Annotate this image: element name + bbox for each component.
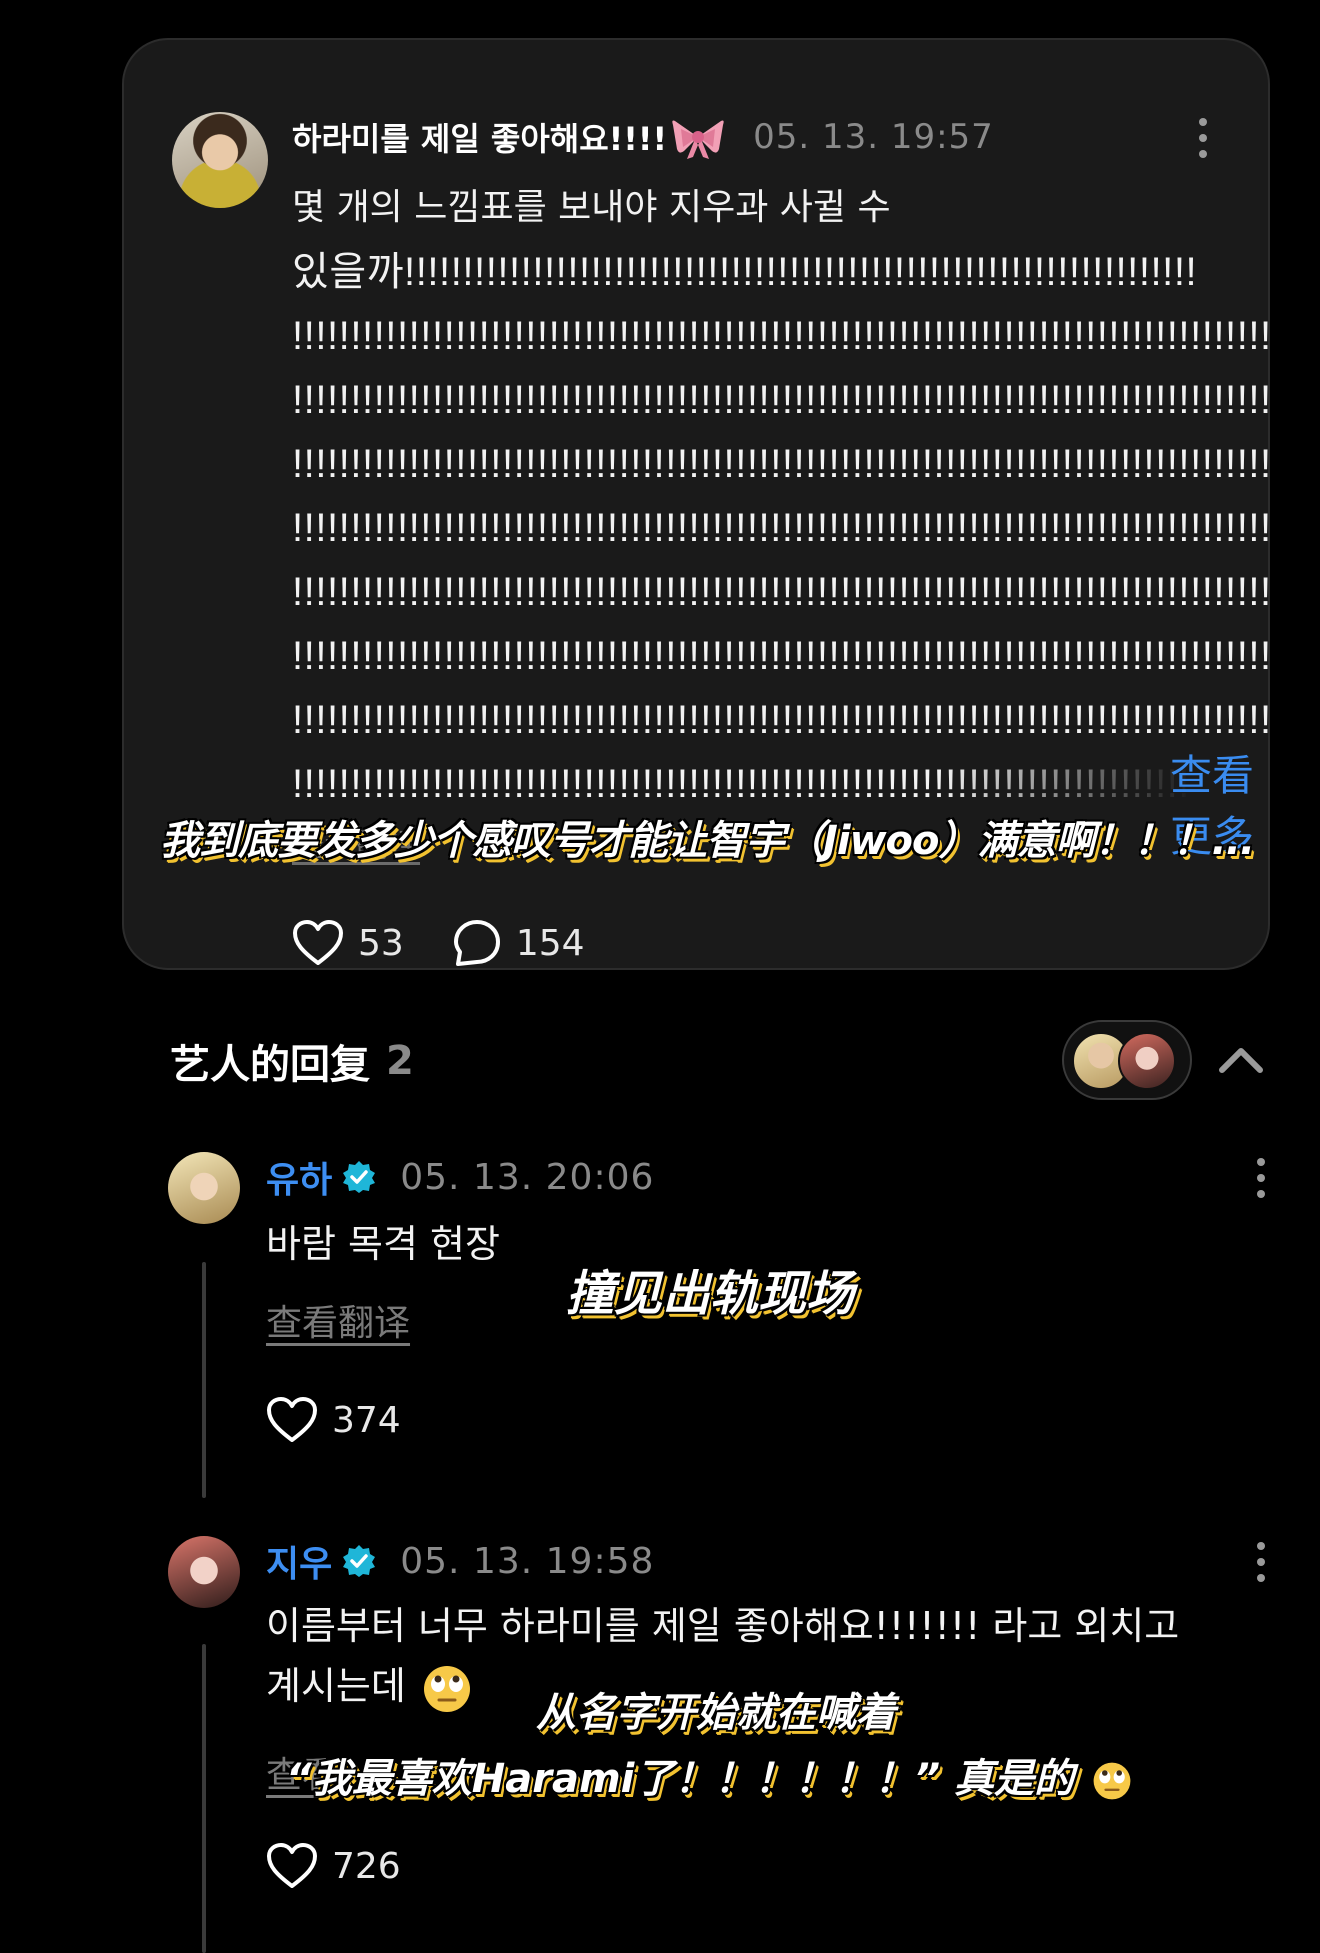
comment-icon	[453, 920, 500, 966]
post-more-icon[interactable]	[1197, 118, 1209, 158]
thread-line	[202, 1644, 206, 1953]
eye-roll-emoji-icon	[423, 1665, 470, 1712]
reply-author-avatar[interactable]	[168, 1536, 240, 1608]
reply-more-icon[interactable]	[1255, 1542, 1267, 1582]
like-count: 726	[332, 1845, 401, 1887]
verified-icon	[343, 1161, 376, 1193]
post-exclaim-line-faded: !!!!!!!!!!!!!!!!!!!!!!!!!!!!!!!!!!!!!!!!…	[292, 762, 1192, 806]
heart-icon	[267, 1843, 317, 1888]
post-exclaim-line: !!!!!!!!!!!!!!!!!!!!!!!!!!!!!!!!!!!!!!!!…	[292, 698, 1268, 742]
reply-text-line: 계시는데	[266, 1664, 406, 1708]
post-exclaim-line: !!!!!!!!!!!!!!!!!!!!!!!!!!!!!!!!!!!!!!!!…	[292, 570, 1268, 614]
post-author-name[interactable]: 하라미를 제일 좋아해요!!!!	[292, 114, 667, 160]
artist-replies-header: 艺人的回复 2	[170, 1032, 414, 1090]
reply-timestamp: 05. 13. 20:06	[400, 1156, 655, 1198]
subtitle-caption: 我到底要发多少个感叹号才能让智宇（Jiwoo）满意啊！！！...	[160, 818, 1255, 864]
like-button[interactable]: 374	[266, 1396, 401, 1444]
subtitle-caption: 撞见出轨现场	[566, 1266, 855, 1322]
reply-header: 유하 05. 13. 20:06	[266, 1152, 654, 1202]
thread-line	[202, 1262, 206, 1498]
post-exclaim-line: !!!!!!!!!!!!!!!!!!!!!!!!!!!!!!!!!!!!!!!!…	[292, 506, 1268, 550]
comment-button[interactable]: 154	[452, 918, 585, 968]
post-exclaim-line: !!!!!!!!!!!!!!!!!!!!!!!!!!!!!!!!!!!!!!!!…	[292, 314, 1268, 358]
heart-icon	[267, 1397, 317, 1442]
eye-roll-emoji-icon	[1093, 1762, 1131, 1800]
artist-avatar-stack[interactable]	[1062, 1020, 1192, 1100]
reply-text-line: 이름부터 너무 하라미를 제일 좋아해요!!!!!!! 라고 외치고	[266, 1604, 1180, 1648]
reply-actions: 726	[266, 1842, 401, 1890]
post-exclaim-line: !!!!!!!!!!!!!!!!!!!!!!!!!!!!!!!!!!!!!!!!…	[292, 634, 1268, 678]
reply-translate-link[interactable]: 查看翻译	[266, 1294, 410, 1346]
reply-author-name[interactable]: 지우	[266, 1535, 332, 1587]
post-text-line: 몇 개의 느낌표를 보내야 지우과 사귈 수	[292, 187, 891, 228]
post-text-line: 있을까!!!!!!!!!!!!!!!!!!!!!!!!!!!!!!!!!!!!!…	[292, 250, 1198, 294]
reply-author-avatar[interactable]	[168, 1152, 240, 1224]
screen: 하라미를 제일 좋아해요!!!! 05. 13. 19:57 몇 개의 느낌표를…	[0, 0, 1320, 1953]
subtitle-caption: “我最喜欢Harami了！！！！！！” 真是的	[286, 1746, 1132, 1804]
post-body: 몇 개의 느낌표를 보내야 지우과 사귈 수 있을까!!!!!!!!!!!!!!…	[292, 176, 1268, 816]
verified-icon	[343, 1545, 376, 1577]
like-count: 374	[332, 1399, 401, 1441]
post-exclaim-line: !!!!!!!!!!!!!!!!!!!!!!!!!!!!!!!!!!!!!!!!…	[292, 442, 1268, 486]
reply-header: 지우 05. 13. 19:58	[266, 1536, 654, 1586]
artist-avatar	[1118, 1032, 1176, 1090]
chevron-up-icon[interactable]	[1216, 1040, 1266, 1080]
like-button[interactable]: 53	[292, 919, 404, 967]
post-timestamp: 05. 13. 19:57	[753, 117, 994, 157]
post-actions: 53 154	[292, 918, 585, 968]
comment-count: 154	[515, 922, 585, 964]
artist-replies-count: 2	[386, 1038, 414, 1084]
reply-timestamp: 05. 13. 19:58	[400, 1540, 655, 1582]
subtitle-caption-text: “我最喜欢Harami了！！！！！！” 真是的	[286, 1756, 1075, 1802]
post-header: 하라미를 제일 좋아해요!!!! 05. 13. 19:57	[292, 112, 994, 162]
bow-emoji-icon	[672, 120, 724, 159]
heart-icon	[293, 920, 343, 965]
reply-author-name[interactable]: 유하	[266, 1151, 332, 1203]
like-count: 53	[358, 922, 404, 964]
subtitle-caption: 从名字开始就在喊着	[536, 1690, 896, 1736]
like-button[interactable]: 726	[266, 1842, 401, 1890]
post-exclaim-line: !!!!!!!!!!!!!!!!!!!!!!!!!!!!!!!!!!!!!!!!…	[292, 378, 1268, 422]
reply-more-icon[interactable]	[1255, 1158, 1267, 1198]
post-author-avatar[interactable]	[172, 112, 268, 208]
artist-replies-title: 艺人的回复	[170, 1042, 370, 1088]
reply-actions: 374	[266, 1396, 401, 1444]
